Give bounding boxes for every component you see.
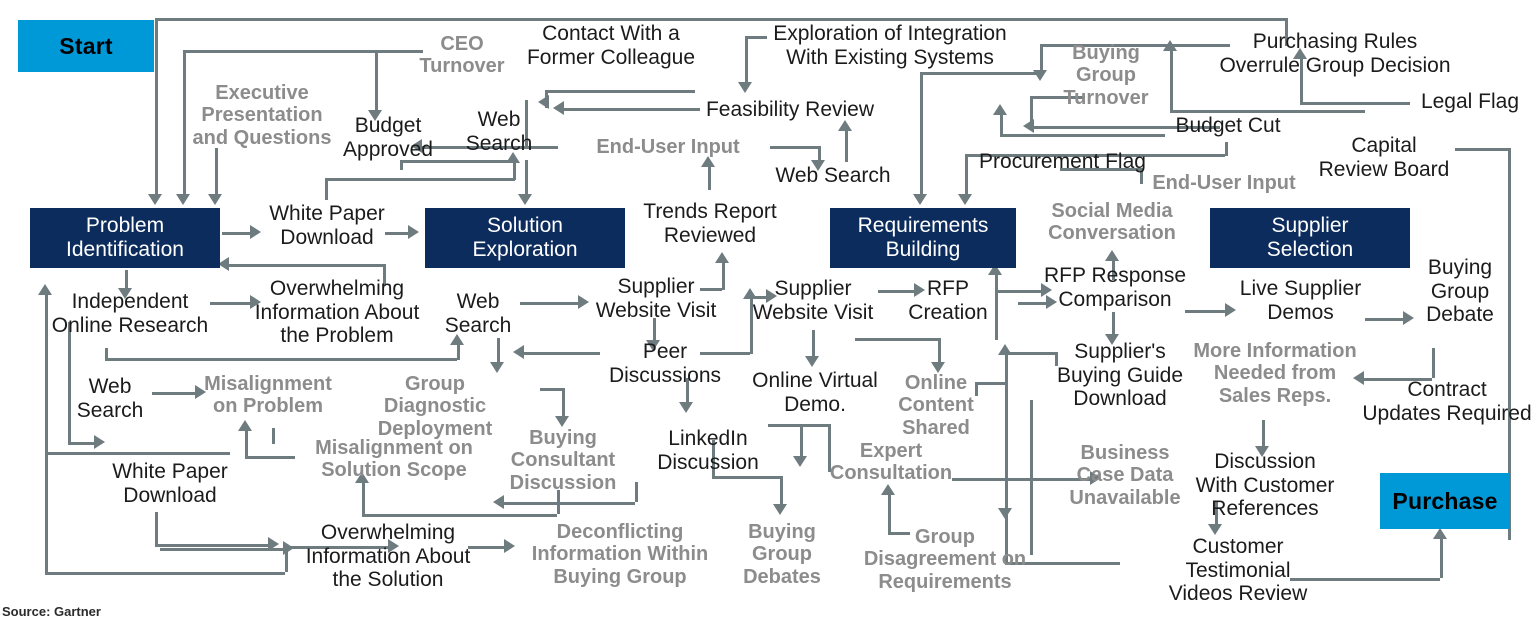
node-contact-former-colleague[interactable]: Contact With a Former Colleague	[516, 22, 706, 69]
node-misalignment-solution-scope[interactable]: Misalignment on Solution Scope	[300, 437, 488, 482]
node-supplier-website-visit-left[interactable]: Supplier Website Visit	[586, 275, 726, 322]
terminal-start[interactable]: Start	[18, 20, 154, 72]
node-trends-report-reviewed[interactable]: Trends Report Reviewed	[640, 200, 780, 247]
node-live-supplier-demos[interactable]: Live Supplier Demos	[1228, 277, 1373, 324]
node-overwhelming-info-problem[interactable]: Overwhelming Information About the Probl…	[242, 277, 432, 348]
node-buying-group-debates[interactable]: Buying Group Debates	[730, 521, 834, 588]
node-overwhelming-info-solution[interactable]: Overwhelming Information About the Solut…	[290, 521, 486, 592]
node-exploration-integration[interactable]: Exploration of Integration With Existing…	[770, 22, 1010, 69]
node-online-virtual-demo[interactable]: Online Virtual Demo.	[742, 369, 888, 416]
node-group-diagnostic-deployment[interactable]: Group Diagnostic Deployment	[352, 373, 518, 440]
node-web-search-feasibility[interactable]: Web Search	[768, 164, 898, 188]
node-budget-approved[interactable]: Budget Approved	[330, 114, 446, 161]
node-suppliers-buying-guide[interactable]: Supplier's Buying Guide Download	[1055, 340, 1185, 411]
node-buying-consultant-discussion[interactable]: Buying Consultant Discussion	[498, 427, 628, 494]
stage-box-requirements-building[interactable]: Requirements Building	[830, 208, 1016, 268]
node-end-user-input-left[interactable]: End-User Input	[568, 136, 768, 158]
node-online-content-shared[interactable]: Online Content Shared	[888, 372, 984, 439]
node-linkedin-discussion[interactable]: LinkedIn Discussion	[642, 427, 774, 474]
node-social-media-conversation[interactable]: Social Media Conversation	[1035, 200, 1189, 245]
node-web-search-mid[interactable]: Web Search	[437, 290, 519, 337]
node-budget-cut[interactable]: Budget Cut	[1168, 114, 1288, 138]
terminal-purchase[interactable]: Purchase	[1380, 473, 1510, 529]
buying-journey-diagram: Start Purchase Problem Identification So…	[0, 0, 1537, 630]
node-business-case-data[interactable]: Business Case Data Unavailable	[1060, 442, 1190, 509]
node-deconflicting-information[interactable]: Deconflicting Information Within Buying …	[510, 521, 730, 588]
node-more-information-needed[interactable]: More Information Needed from Sales Reps.	[1190, 340, 1360, 407]
node-purchasing-rules-overrule[interactable]: Purchasing Rules Overrule Group Decision	[1210, 30, 1460, 77]
node-independent-online-research[interactable]: Independent Online Research	[48, 290, 212, 337]
node-group-disagreement[interactable]: Group Disagreement on Requirements	[850, 526, 1040, 593]
stage-box-problem-identification[interactable]: Problem Identification	[30, 208, 220, 268]
source-note: Source: Gartner	[2, 604, 101, 619]
node-rfp-response-comparison[interactable]: RFP Response Comparison	[1035, 264, 1195, 311]
node-customer-testimonial-videos[interactable]: Customer Testimonial Videos Review	[1148, 535, 1328, 606]
node-discussion-customer-refs[interactable]: Discussion With Customer References	[1185, 450, 1345, 521]
node-white-paper-download-top[interactable]: White Paper Download	[262, 202, 392, 249]
node-white-paper-download-bottom[interactable]: White Paper Download	[100, 460, 240, 507]
node-end-user-input-right[interactable]: End-User Input	[1148, 172, 1300, 194]
node-web-search-bottom[interactable]: Web Search	[68, 375, 152, 422]
stage-box-supplier-selection[interactable]: Supplier Selection	[1210, 208, 1410, 268]
node-web-search-solution[interactable]: Web Search	[455, 108, 543, 155]
node-executive-presentation[interactable]: Executive Presentation and Questions	[172, 82, 352, 149]
node-expert-consultation[interactable]: Expert Consultation	[826, 440, 956, 485]
node-feasibility-review[interactable]: Feasibility Review	[700, 98, 880, 122]
node-procurement-flag[interactable]: Procurement Flag	[975, 150, 1150, 174]
node-rfp-creation[interactable]: RFP Creation	[900, 277, 996, 324]
node-peer-discussions[interactable]: Peer Discussions	[600, 340, 730, 387]
node-buying-group-debate[interactable]: Buying Group Debate	[1410, 256, 1510, 327]
node-misalignment-problem[interactable]: Misalignment on Problem	[196, 373, 340, 418]
node-contract-updates-required[interactable]: Contract Updates Required	[1362, 378, 1532, 425]
node-legal-flag[interactable]: Legal Flag	[1412, 90, 1528, 114]
node-capital-review-board[interactable]: Capital Review Board	[1310, 134, 1458, 181]
stage-box-solution-exploration[interactable]: Solution Exploration	[425, 208, 625, 268]
node-supplier-website-visit-right[interactable]: Supplier Website Visit	[745, 277, 881, 324]
node-buying-group-turnover[interactable]: Buying Group Turnover	[1050, 42, 1162, 109]
node-ceo-turnover[interactable]: CEO Turnover	[400, 33, 524, 78]
